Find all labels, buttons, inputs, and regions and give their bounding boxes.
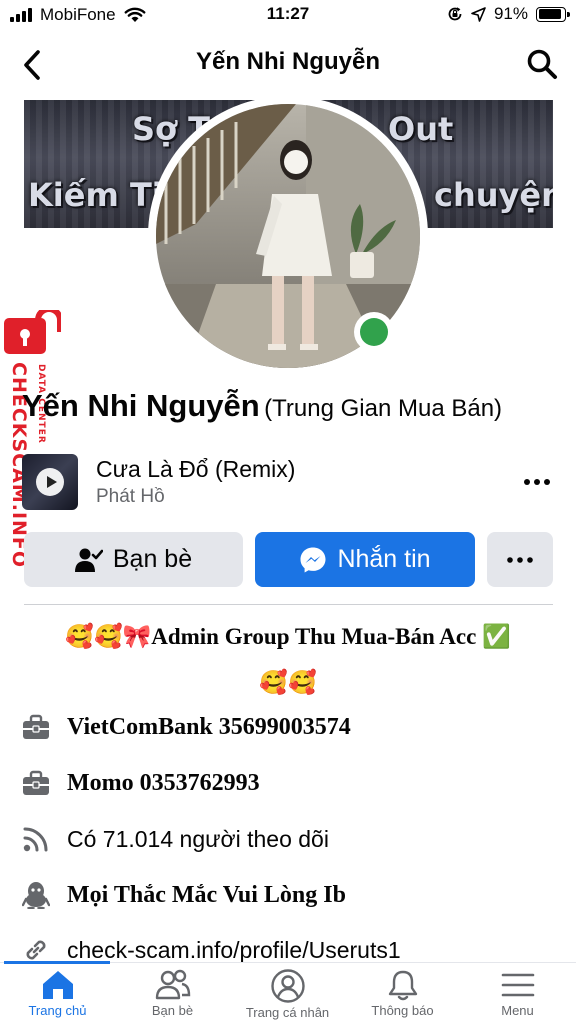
- music-artist: Phát Hồ: [96, 486, 165, 507]
- friends-icon: [155, 969, 190, 1000]
- bio: 🥰🥰🎀Admin Group Thu Mua-Bán Acc ✅ 🥰🥰: [20, 614, 556, 706]
- display-name: Yến Nhi Nguyễn: [22, 388, 260, 423]
- tab-menu[interactable]: Menu: [460, 969, 575, 1018]
- friend-check-icon: [74, 548, 103, 572]
- message-button[interactable]: Nhắn tin: [255, 532, 475, 587]
- tab-profile[interactable]: Trang cá nhân: [230, 969, 345, 1020]
- contact-note: Mọi Thắc Mắc Vui Lòng Ib: [67, 881, 346, 908]
- profile-link[interactable]: check-scam.info/profile/Useruts1: [67, 937, 401, 964]
- bio-line: 🥰🥰: [259, 670, 317, 695]
- bank-account: VietComBank 35699003574: [67, 713, 351, 740]
- battery-fill: [538, 9, 562, 19]
- active-tab-indicator: [4, 961, 110, 964]
- home-icon: [42, 971, 73, 999]
- link-icon: [26, 940, 46, 960]
- more-options-icon[interactable]: [518, 468, 556, 496]
- more-icon: [507, 556, 533, 563]
- profile-icon: [270, 969, 305, 1003]
- tab-friends[interactable]: Bạn bè: [115, 969, 230, 1018]
- cover-text: chuyện: [434, 176, 553, 214]
- online-dot: [360, 318, 388, 346]
- profile-header: Yến Nhi Nguyễn: [0, 30, 576, 98]
- momo-account: Momo 0353762993: [67, 769, 260, 796]
- messenger-icon: [300, 547, 326, 572]
- message-button-label: Nhắn tin: [337, 545, 431, 573]
- page-title: Yến Nhi Nguyễn: [195, 48, 381, 75]
- online-status-indicator: [354, 312, 394, 352]
- play-icon[interactable]: [36, 468, 64, 496]
- menu-icon: [501, 973, 534, 997]
- friends-button-label: Bạn bè: [112, 545, 193, 573]
- followers-count: Có 71.014 người theo dõi: [67, 825, 329, 852]
- rss-icon: [23, 827, 48, 852]
- lock-icon: [4, 310, 61, 354]
- bank-info-row: VietComBank 35699003574: [22, 713, 351, 741]
- tab-label: Bạn bè: [151, 1003, 194, 1018]
- bottom-tab-bar: Trang chủ Bạn bè Trang cá nhân Thông báo…: [0, 961, 576, 1024]
- tab-label: Thông báo: [371, 1003, 434, 1018]
- cover-text: Out: [388, 110, 454, 148]
- briefcase-icon: [23, 770, 49, 795]
- battery-icon: [536, 6, 570, 22]
- tab-label: Trang cá nhân: [245, 1005, 330, 1020]
- rotation-lock-icon: [448, 7, 462, 21]
- link-row[interactable]: check-scam.info/profile/Useruts1: [22, 936, 401, 964]
- tab-label: Menu: [501, 1003, 534, 1018]
- divider: [24, 604, 553, 605]
- more-actions-button[interactable]: [487, 532, 553, 587]
- contact-info-row: Mọi Thắc Mắc Vui Lòng Ib: [22, 881, 346, 909]
- battery-percent: 91%: [493, 4, 528, 23]
- bio-line: 🥰🥰🎀Admin Group Thu Mua-Bán Acc ✅: [65, 624, 511, 649]
- profile-name: Yến Nhi Nguyễn (Trung Gian Mua Bán): [22, 388, 576, 424]
- status-bar: MobiFone 11:27 91%: [0, 0, 576, 30]
- music-thumbnail[interactable]: [22, 454, 78, 510]
- tab-home[interactable]: Trang chủ: [0, 969, 115, 1018]
- friends-button[interactable]: Bạn bè: [24, 532, 243, 587]
- bell-icon: [388, 970, 417, 1001]
- momo-info-row: Momo 0353762993: [22, 769, 260, 797]
- tab-notifications[interactable]: Thông báo: [345, 969, 460, 1018]
- search-icon[interactable]: [526, 48, 558, 80]
- qq-penguin-icon: [22, 882, 50, 909]
- music-title[interactable]: Cưa Là Đổ (Remix): [96, 456, 295, 483]
- followers-row[interactable]: Có 71.014 người theo dõi: [22, 825, 329, 853]
- tab-label: Trang chủ: [28, 1003, 87, 1018]
- alternate-name: (Trung Gian Mua Bán): [264, 395, 503, 422]
- briefcase-icon: [23, 714, 49, 739]
- location-arrow-icon: [471, 6, 486, 22]
